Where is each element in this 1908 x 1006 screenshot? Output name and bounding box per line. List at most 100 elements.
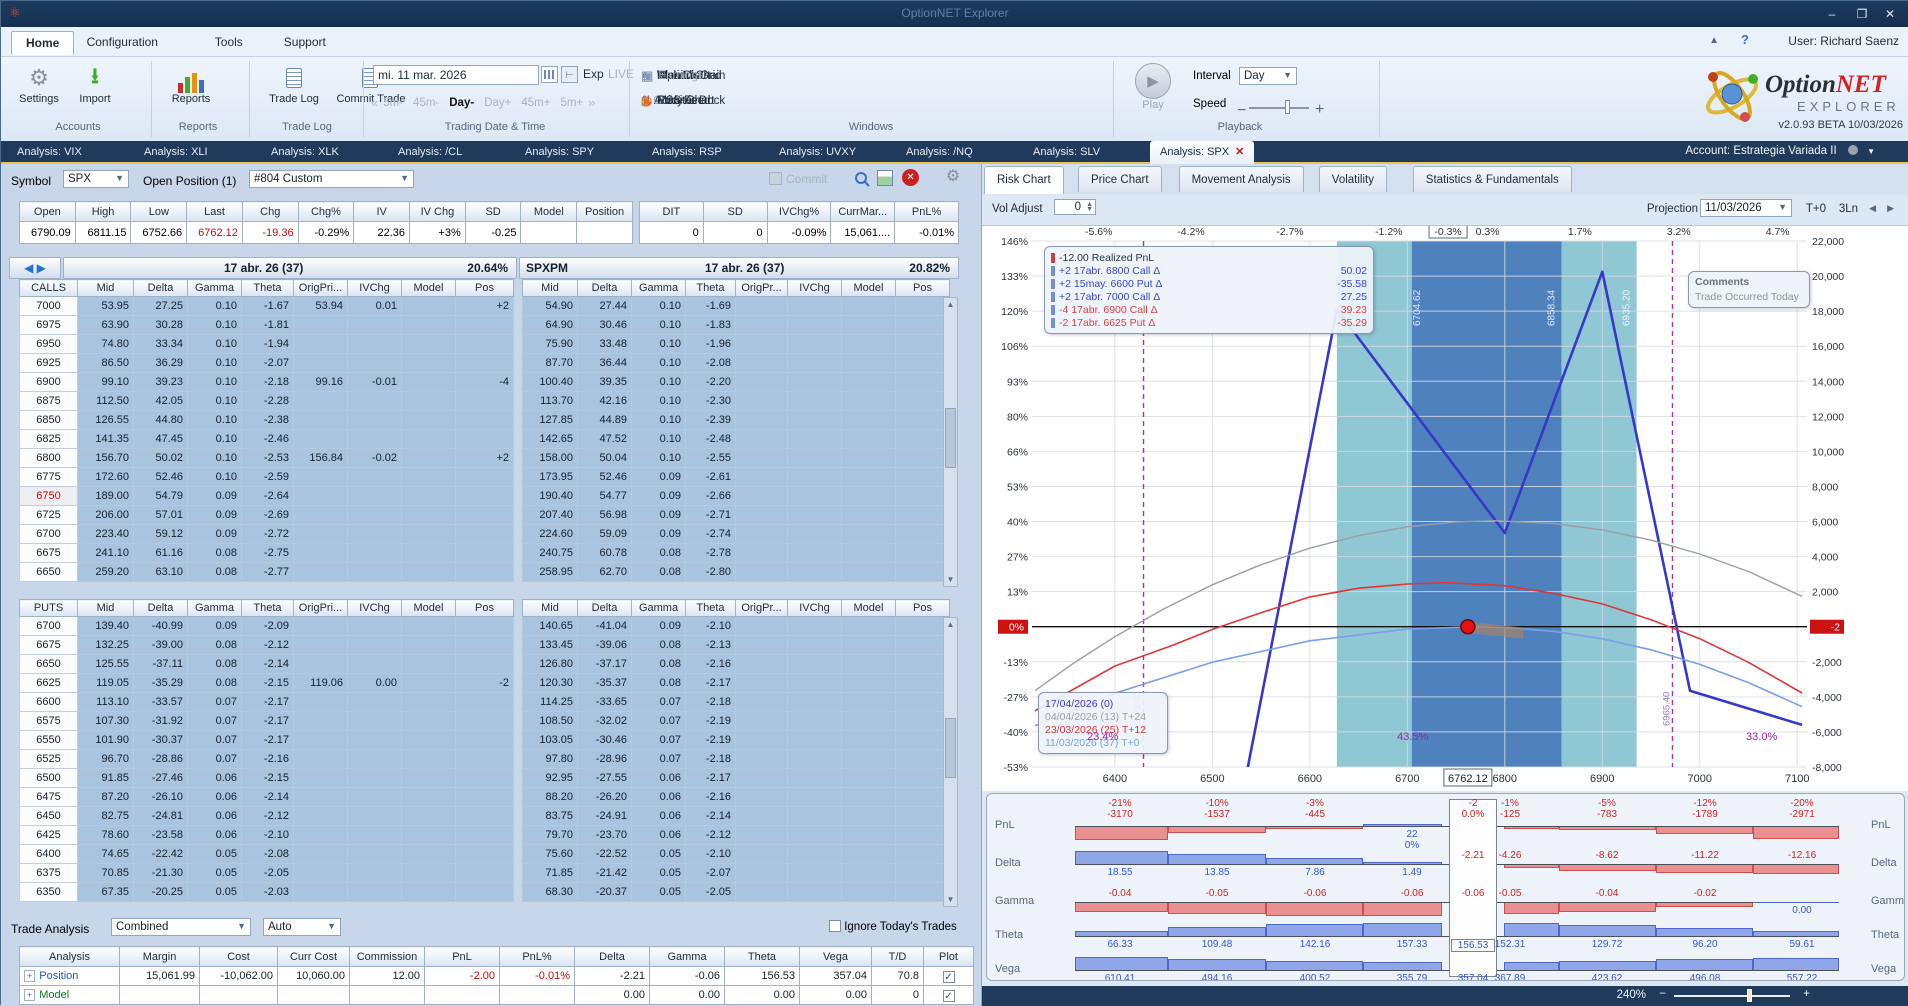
cell-b[interactable]: 87.70 [522, 353, 578, 373]
cell-b[interactable] [735, 315, 788, 335]
cell[interactable]: 0.08 [187, 654, 242, 674]
help-icon[interactable]: ? [1741, 32, 1749, 47]
cell-b[interactable] [787, 616, 842, 636]
cell-b[interactable]: -21.42 [577, 863, 632, 883]
cell-b[interactable] [735, 806, 788, 826]
cell[interactable]: 112.50 [77, 391, 134, 411]
cell[interactable] [401, 372, 456, 392]
cell[interactable] [401, 429, 456, 449]
cell[interactable] [293, 334, 348, 354]
cell[interactable] [347, 825, 402, 845]
cell-b[interactable]: 0.09 [631, 505, 686, 525]
speed-slider-thumb[interactable] [1285, 100, 1290, 114]
cell-b[interactable] [735, 467, 788, 487]
cell-b[interactable]: 100.40 [522, 372, 578, 392]
cell-b[interactable]: 0.07 [631, 711, 686, 731]
cell-b[interactable]: -1.96 [685, 334, 736, 354]
cell-b[interactable] [841, 673, 896, 693]
prev-expiry-icon[interactable]: ◀ [24, 261, 33, 275]
tab-xlk[interactable]: Analysis: XLK [261, 141, 349, 164]
cell[interactable] [455, 410, 514, 430]
cell[interactable] [347, 635, 402, 655]
ta-name[interactable]: + Position [19, 966, 120, 986]
strike-6725[interactable]: 6725 [19, 505, 78, 525]
cell[interactable] [455, 825, 514, 845]
cell[interactable]: 39.23 [133, 372, 188, 392]
cell[interactable]: 101.90 [77, 730, 134, 750]
cell[interactable]: -2.16 [241, 749, 294, 769]
cell-b[interactable]: 0.05 [631, 863, 686, 883]
cell-b[interactable] [735, 562, 788, 582]
chain-row-6450[interactable]: 6450 82.75 -24.81 0.06 -2.12 83.75 -24.91 0.06-… [19, 806, 950, 826]
tab-cl[interactable]: Analysis: /CL [388, 141, 472, 164]
cell-b[interactable]: -2.18 [685, 692, 736, 712]
cell[interactable]: 54.79 [133, 486, 188, 506]
cell-b[interactable]: -2.19 [685, 730, 736, 750]
cell[interactable]: -2.69 [241, 505, 294, 525]
cell-b[interactable] [841, 296, 896, 316]
search-icon[interactable] [853, 170, 873, 190]
cell[interactable] [293, 429, 348, 449]
cell-b[interactable]: 60.78 [577, 543, 632, 563]
cell[interactable]: -28.86 [133, 749, 188, 769]
strike-6850[interactable]: 6850 [19, 410, 78, 430]
cell[interactable]: 0.09 [187, 486, 242, 506]
cell[interactable]: 53.95 [77, 296, 134, 316]
minimize-button[interactable]: – [1819, 5, 1845, 23]
cell[interactable] [455, 749, 514, 769]
cell[interactable]: 70.85 [77, 863, 134, 883]
tab-nq[interactable]: Analysis: /NQ [896, 141, 983, 164]
ta-header-theta[interactable]: Theta [724, 946, 800, 967]
cell[interactable]: -2.53 [241, 448, 294, 468]
step-5m-[interactable]: 5m- [378, 97, 408, 109]
speed-plus[interactable]: + [1315, 101, 1324, 119]
cell-b[interactable] [841, 863, 896, 883]
quote-value-0[interactable]: 0 [702, 221, 768, 244]
cell-b[interactable]: -2.10 [685, 844, 736, 864]
cell[interactable]: 113.10 [77, 692, 134, 712]
cell-b[interactable] [841, 524, 896, 544]
strategy-select[interactable]: #804 Custom ▼ [249, 170, 414, 188]
cell-b[interactable]: -20.37 [577, 882, 632, 902]
cell[interactable] [401, 730, 456, 750]
cell-b[interactable] [895, 730, 950, 750]
cell[interactable] [293, 635, 348, 655]
cell-b[interactable]: 0.07 [631, 749, 686, 769]
strike-6400[interactable]: 6400 [19, 844, 78, 864]
cell[interactable]: -2.38 [241, 410, 294, 430]
cell-b[interactable] [895, 524, 950, 544]
zoom-plus[interactable]: + [1803, 988, 1810, 1000]
cell[interactable] [293, 524, 348, 544]
projection-lines-label[interactable]: 3Ln [1839, 203, 1858, 215]
cell[interactable]: -2 [455, 673, 514, 693]
cell[interactable] [401, 296, 456, 316]
cell[interactable]: 172.60 [77, 467, 134, 487]
quote-value-6790.09[interactable]: 6790.09 [19, 221, 76, 244]
exp-label[interactable]: Exp [583, 67, 604, 81]
cell-b[interactable] [841, 391, 896, 411]
risk-tab-risk-chart[interactable]: Risk Chart [984, 166, 1064, 194]
cell[interactable]: -27.46 [133, 768, 188, 788]
cell-b[interactable]: -2.39 [685, 410, 736, 430]
cell-b[interactable] [841, 410, 896, 430]
cell[interactable]: -2.28 [241, 391, 294, 411]
cell-b[interactable]: 50.04 [577, 448, 632, 468]
strike-6950[interactable]: 6950 [19, 334, 78, 354]
cell[interactable] [455, 353, 514, 373]
col-header-b-gamma[interactable]: Gamma [631, 599, 686, 617]
menu-configuration[interactable]: Configuration [73, 31, 172, 55]
strike-6700[interactable]: 6700 [19, 524, 78, 544]
cell[interactable] [347, 524, 402, 544]
quote-value-6752.66[interactable]: 6752.66 [130, 221, 188, 244]
cell[interactable] [455, 486, 514, 506]
cell-b[interactable]: 52.46 [577, 467, 632, 487]
chain-row-6625[interactable]: 6625 119.05 -35.29 0.08 -2.15 119.06 0.00 -2 120… [19, 673, 950, 693]
col-header-gamma[interactable]: Gamma [187, 599, 242, 617]
cell-b[interactable]: 0.06 [631, 825, 686, 845]
cell-b[interactable] [787, 372, 842, 392]
cell[interactable]: -37.11 [133, 654, 188, 674]
risk-tab-price-chart[interactable]: Price Chart [1078, 166, 1162, 192]
cell[interactable] [293, 787, 348, 807]
cell-b[interactable]: 0.10 [631, 429, 686, 449]
interval-select[interactable]: Day ▼ [1239, 67, 1297, 85]
